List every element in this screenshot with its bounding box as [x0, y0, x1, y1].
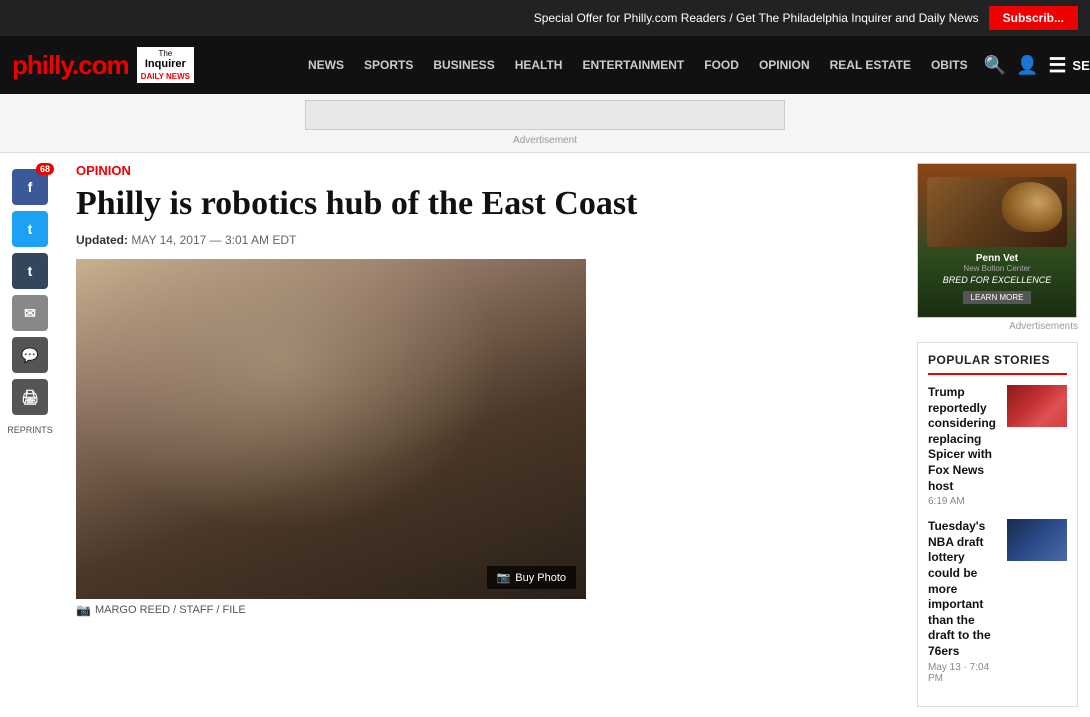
article-category[interactable]: Opinion	[76, 163, 889, 178]
popular-story-1[interactable]: Trump reportedly considering replacing S…	[928, 385, 1067, 507]
popular-story-1-text: Trump reportedly considering replacing S…	[928, 385, 999, 507]
right-sidebar: Penn Vet New Bolton Center BRED FOR EXCE…	[905, 153, 1090, 717]
social-sidebar: f 68 t t ✉ 💬 🖨 REPRINTS	[0, 153, 60, 717]
twitter-share-button[interactable]: t	[12, 211, 48, 247]
facebook-share-button[interactable]: f 68	[12, 169, 48, 205]
popular-stories-title: POPULAR STORIES	[928, 353, 1067, 375]
penn-vet-tagline: BRED FOR EXCELLENCE	[943, 275, 1052, 285]
image-background	[76, 259, 586, 599]
tumblr-share-button[interactable]: t	[12, 253, 48, 289]
popular-story-2-text: Tuesday's NBA draft lottery could be mor…	[928, 519, 999, 683]
popular-story-2-time: May 13 · 7:04 PM	[928, 662, 999, 684]
article-date: Updated: MAY 14, 2017 — 3:01 AM EDT	[76, 233, 889, 247]
comment-icon: 💬	[21, 347, 38, 364]
tumblr-icon: t	[28, 263, 33, 279]
popular-story-1-time: 6:19 AM	[928, 496, 999, 507]
logo-area: philly.com The Inquirer DAILY NEWS	[12, 47, 292, 83]
sidebar-ad-label: Advertisements	[917, 321, 1078, 332]
nav-entertainment[interactable]: ENTERTAINMENT	[574, 54, 692, 76]
facebook-count: 68	[36, 163, 54, 175]
penn-vet-horse-image	[927, 177, 1067, 247]
nav-news[interactable]: NEWS	[300, 54, 352, 76]
buy-photo-button[interactable]: 📷 Buy Photo	[487, 566, 576, 589]
penn-vet-name: Penn Vet	[976, 253, 1018, 264]
article-title: Philly is robotics hub of the East Coast	[76, 184, 889, 223]
user-icon[interactable]: 👤	[1016, 55, 1038, 76]
email-icon: ✉	[24, 305, 36, 322]
camera-icon: 📷	[497, 571, 511, 584]
ad-label: Advertisement	[6, 135, 1084, 146]
nav-business[interactable]: BUSINESS	[425, 54, 502, 76]
main-layout: f 68 t t ✉ 💬 🖨 REPRINTS Opinion Philly i…	[0, 153, 1090, 717]
popular-stories-section: POPULAR STORIES Trump reportedly conside…	[917, 342, 1078, 707]
facebook-icon: f	[28, 179, 33, 195]
print-button[interactable]: 🖨	[12, 379, 48, 415]
article-area: Opinion Philly is robotics hub of the Ea…	[60, 153, 905, 717]
popular-story-1-headline: Trump reportedly considering replacing S…	[928, 385, 999, 494]
header-icons: 🔍 👤 ☰ SECTIONS	[984, 53, 1090, 78]
banner-text: Special Offer for Philly.com Readers / G…	[12, 11, 979, 25]
print-icon: 🖨	[21, 389, 39, 406]
nav-food[interactable]: FOOD	[696, 54, 747, 76]
popular-story-1-thumbnail	[1007, 385, 1067, 427]
reprints-label: REPRINTS	[7, 425, 53, 435]
popular-story-2-headline: Tuesday's NBA draft lottery could be mor…	[928, 519, 999, 659]
nav-obits[interactable]: OBITS	[923, 54, 976, 76]
philly-logo[interactable]: philly.com	[12, 50, 129, 81]
nav-health[interactable]: HEALTH	[507, 54, 571, 76]
email-share-button[interactable]: ✉	[12, 295, 48, 331]
main-nav: NEWS SPORTS BUSINESS HEALTH ENTERTAINMEN…	[300, 54, 976, 76]
sections-button[interactable]: ☰ SECTIONS	[1048, 53, 1090, 78]
popular-story-2[interactable]: Tuesday's NBA draft lottery could be mor…	[928, 519, 1067, 683]
subscribe-button[interactable]: Subscrib...	[989, 6, 1078, 30]
twitter-icon: t	[28, 221, 33, 237]
search-icon[interactable]: 🔍	[984, 55, 1006, 76]
popular-story-2-thumbnail	[1007, 519, 1067, 561]
site-header: philly.com The Inquirer DAILY NEWS NEWS …	[0, 36, 1090, 94]
comment-button[interactable]: 💬	[12, 337, 48, 373]
inquirer-logo[interactable]: The Inquirer DAILY NEWS	[137, 47, 194, 83]
article-image-container: 📷 Buy Photo 📷 MARGO REED / STAFF / FILE	[76, 259, 586, 617]
hamburger-icon: ☰	[1048, 53, 1066, 78]
sidebar-ad[interactable]: Penn Vet New Bolton Center BRED FOR EXCE…	[917, 163, 1077, 318]
ad-bar: Advertisement	[0, 94, 1090, 153]
top-banner: Special Offer for Philly.com Readers / G…	[0, 0, 1090, 36]
nav-sports[interactable]: SPORTS	[356, 54, 421, 76]
penn-vet-subtitle: New Bolton Center	[963, 264, 1030, 273]
penn-vet-ad: Penn Vet New Bolton Center BRED FOR EXCE…	[918, 164, 1076, 317]
header-ad	[305, 100, 785, 130]
nav-opinion[interactable]: OPINION	[751, 54, 818, 76]
image-credit: 📷 MARGO REED / STAFF / FILE	[76, 603, 586, 617]
penn-vet-learn-button[interactable]: LEARN MORE	[963, 291, 1032, 304]
nav-real-estate[interactable]: REAL ESTATE	[822, 54, 919, 76]
credit-camera-icon: 📷	[76, 603, 91, 617]
article-image: 📷 Buy Photo	[76, 259, 586, 599]
